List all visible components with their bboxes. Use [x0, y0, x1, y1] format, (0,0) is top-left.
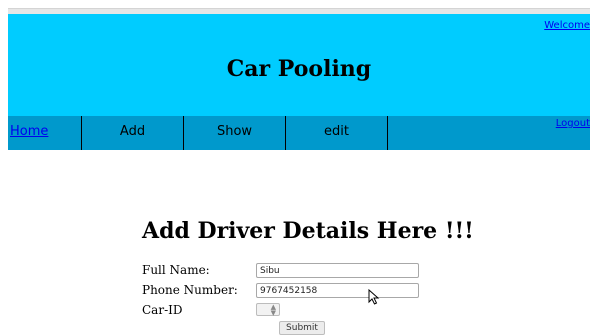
phone-number-label: Phone Number: — [142, 283, 238, 297]
car-id-spinner[interactable]: ▲ ▼ — [256, 303, 280, 317]
nav-item-edit[interactable]: edit — [286, 116, 388, 150]
full-name-label: Full Name: — [142, 263, 210, 277]
car-id-label: Car-ID — [142, 303, 183, 317]
nav-item-home[interactable]: Home — [8, 116, 82, 150]
nav-item-show[interactable]: Show — [184, 116, 286, 150]
form-title: Add Driver Details Here !!! — [142, 218, 474, 244]
full-name-input[interactable] — [256, 263, 419, 278]
mouse-pointer-icon — [368, 289, 380, 305]
spinner-arrows-icon: ▲ ▼ — [270, 303, 276, 317]
logout-link[interactable]: Logout — [556, 118, 590, 129]
nav-item-add[interactable]: Add — [82, 116, 184, 150]
submit-button[interactable]: Submit — [279, 321, 325, 335]
phone-number-input[interactable] — [256, 283, 419, 298]
nav-bar: Home Add Show edit Logout — [8, 116, 590, 150]
site-title: Car Pooling — [226, 56, 372, 82]
site-header: Welcome Car Pooling — [8, 14, 590, 116]
welcome-link[interactable]: Welcome — [544, 20, 590, 31]
